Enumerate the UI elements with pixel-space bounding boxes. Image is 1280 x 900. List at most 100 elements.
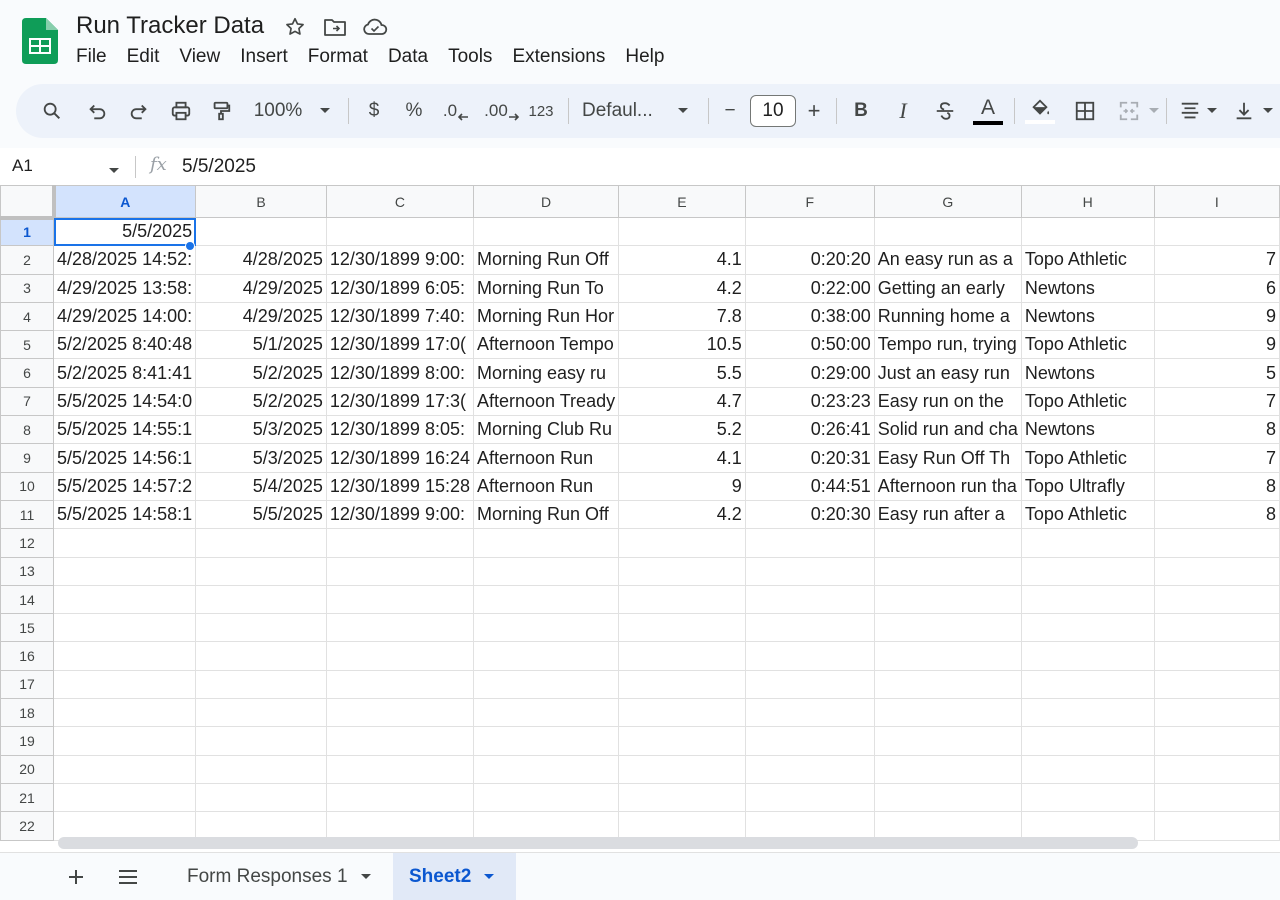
cell-g12[interactable] bbox=[873, 528, 1022, 558]
cell-e20[interactable] bbox=[618, 754, 746, 784]
row-header[interactable]: 17 bbox=[0, 669, 55, 700]
cell-b11[interactable]: 5/5/2025 bbox=[195, 499, 327, 530]
cell-d15[interactable] bbox=[472, 613, 620, 643]
row-header[interactable]: 15 bbox=[0, 613, 55, 643]
cell-d9[interactable]: Afternoon Run bbox=[472, 443, 620, 473]
cell-a20[interactable] bbox=[53, 754, 197, 784]
cell-d4[interactable]: Morning Run Hor bbox=[472, 301, 620, 332]
cell-a8[interactable]: 5/5/2025 14:55:1 bbox=[53, 415, 197, 445]
cell-h11[interactable]: Topo Athletic bbox=[1020, 499, 1155, 530]
cell-h1[interactable] bbox=[1020, 216, 1155, 247]
redo-icon[interactable] bbox=[124, 95, 154, 127]
cell-c2[interactable]: 12/30/1899 9:00: bbox=[325, 245, 475, 275]
cell-f20[interactable] bbox=[744, 754, 875, 784]
cell-b18[interactable] bbox=[195, 698, 327, 728]
cell-g18[interactable] bbox=[873, 698, 1022, 728]
cell-a15[interactable] bbox=[53, 613, 197, 643]
cell-c8[interactable]: 12/30/1899 8:05: bbox=[325, 415, 475, 445]
column-header-d[interactable]: D bbox=[472, 185, 620, 218]
name-box[interactable]: A1 bbox=[12, 156, 33, 176]
cell-g11[interactable]: Easy run after a bbox=[873, 499, 1022, 530]
print-icon[interactable] bbox=[166, 95, 196, 127]
cell-d6[interactable]: Morning easy ru bbox=[472, 358, 620, 388]
cell-c7[interactable]: 12/30/1899 17:3( bbox=[325, 386, 475, 417]
sheet-tab-sheet2[interactable]: Sheet2 bbox=[393, 853, 516, 900]
cell-b20[interactable] bbox=[195, 754, 327, 784]
cell-b2[interactable]: 4/28/2025 bbox=[195, 245, 327, 275]
cell-c19[interactable] bbox=[325, 726, 475, 756]
cell-d3[interactable]: Morning Run To bbox=[472, 273, 620, 303]
spreadsheet-grid[interactable]: A B C D E F G H I 1 5/5/2025 2 4/28/2025 14… bbox=[0, 185, 1280, 852]
row-header[interactable]: 5 bbox=[0, 330, 55, 360]
cell-e18[interactable] bbox=[618, 698, 746, 728]
row-header[interactable]: 8 bbox=[0, 415, 55, 445]
cell-g17[interactable] bbox=[873, 669, 1022, 700]
cell-e19[interactable] bbox=[618, 726, 746, 756]
cell-f8[interactable]: 0:26:41 bbox=[744, 415, 875, 445]
menu-file[interactable]: File bbox=[66, 44, 117, 70]
menu-data[interactable]: Data bbox=[378, 44, 438, 70]
menu-edit[interactable]: Edit bbox=[117, 44, 170, 70]
cell-i16[interactable] bbox=[1153, 641, 1280, 671]
cell-h20[interactable] bbox=[1020, 754, 1155, 784]
increase-decimal-button[interactable]: .00 bbox=[482, 95, 522, 127]
cell-e6[interactable]: 5.5 bbox=[618, 358, 746, 388]
cell-a9[interactable]: 5/5/2025 14:56:1 bbox=[53, 443, 197, 473]
cell-b17[interactable] bbox=[195, 669, 327, 700]
cell-e3[interactable]: 4.2 bbox=[618, 273, 746, 303]
cell-a12[interactable] bbox=[53, 528, 197, 558]
cell-h21[interactable] bbox=[1020, 782, 1155, 813]
cell-a6[interactable]: 5/2/2025 8:41:41 bbox=[53, 358, 197, 388]
cell-h9[interactable]: Topo Athletic bbox=[1020, 443, 1155, 473]
cell-h19[interactable] bbox=[1020, 726, 1155, 756]
cell-a16[interactable] bbox=[53, 641, 197, 671]
cell-c6[interactable]: 12/30/1899 8:00: bbox=[325, 358, 475, 388]
cell-f12[interactable] bbox=[744, 528, 875, 558]
cell-h4[interactable]: Newtons bbox=[1020, 301, 1155, 332]
move-folder-icon[interactable] bbox=[322, 14, 348, 40]
menu-extensions[interactable]: Extensions bbox=[502, 44, 615, 70]
cell-c16[interactable] bbox=[325, 641, 475, 671]
cell-f18[interactable] bbox=[744, 698, 875, 728]
cell-e2[interactable]: 4.1 bbox=[618, 245, 746, 275]
font-dropdown-icon[interactable] bbox=[674, 95, 692, 127]
cell-h12[interactable] bbox=[1020, 528, 1155, 558]
cell-e17[interactable] bbox=[618, 669, 746, 700]
percent-format-button[interactable]: % bbox=[402, 95, 426, 127]
cell-a10[interactable]: 5/5/2025 14:57:2 bbox=[53, 471, 197, 501]
sheet-tab-form-responses[interactable]: Form Responses 1 bbox=[171, 853, 388, 900]
row-header[interactable]: 2 bbox=[0, 245, 55, 275]
cell-e8[interactable]: 5.2 bbox=[618, 415, 746, 445]
chevron-down-icon[interactable] bbox=[483, 873, 495, 881]
cell-h8[interactable]: Newtons bbox=[1020, 415, 1155, 445]
cell-b4[interactable]: 4/29/2025 bbox=[195, 301, 327, 332]
cell-c11[interactable]: 12/30/1899 9:00: bbox=[325, 499, 475, 530]
cell-e13[interactable] bbox=[618, 556, 746, 586]
cell-b3[interactable]: 4/29/2025 bbox=[195, 273, 327, 303]
cell-i1[interactable] bbox=[1153, 216, 1280, 247]
cell-f19[interactable] bbox=[744, 726, 875, 756]
cell-b5[interactable]: 5/1/2025 bbox=[195, 330, 327, 360]
cell-h10[interactable]: Topo Ultrafly bbox=[1020, 471, 1155, 501]
cell-i11[interactable]: 8 bbox=[1153, 499, 1280, 530]
cell-d22[interactable] bbox=[472, 811, 620, 841]
cell-i5[interactable]: 9 bbox=[1153, 330, 1280, 360]
cell-a11[interactable]: 5/5/2025 14:58:1 bbox=[53, 499, 197, 530]
row-header[interactable]: 16 bbox=[0, 641, 55, 671]
vertical-align-icon[interactable] bbox=[1230, 95, 1258, 127]
cell-d17[interactable] bbox=[472, 669, 620, 700]
cell-e15[interactable] bbox=[618, 613, 746, 643]
document-title[interactable]: Run Tracker Data bbox=[76, 12, 264, 40]
cell-i7[interactable]: 7 bbox=[1153, 386, 1280, 417]
column-header-b[interactable]: B bbox=[195, 185, 327, 218]
menu-help[interactable]: Help bbox=[615, 44, 674, 70]
cell-a7[interactable]: 5/5/2025 14:54:0 bbox=[53, 386, 197, 417]
cell-i19[interactable] bbox=[1153, 726, 1280, 756]
zoom-select[interactable]: 100% bbox=[248, 95, 308, 127]
cell-c14[interactable] bbox=[325, 584, 475, 615]
cell-h5[interactable]: Topo Athletic bbox=[1020, 330, 1155, 360]
menu-tools[interactable]: Tools bbox=[438, 44, 502, 70]
cell-i3[interactable]: 6 bbox=[1153, 273, 1280, 303]
cell-d14[interactable] bbox=[472, 584, 620, 615]
cell-a22[interactable] bbox=[53, 811, 197, 841]
